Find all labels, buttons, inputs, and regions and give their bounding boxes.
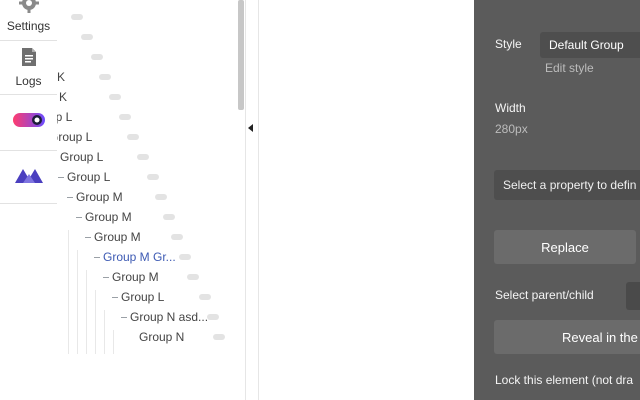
visibility-toggle[interactable] [119, 114, 131, 120]
tree-item[interactable]: Group M [85, 227, 141, 247]
visibility-toggle[interactable] [109, 94, 121, 100]
brand-logo-icon [14, 165, 44, 190]
parent-child-dropdown[interactable] [626, 282, 640, 310]
visibility-toggle[interactable] [147, 174, 159, 180]
width-label: Width [495, 101, 526, 115]
tree-item-label: Group M [94, 230, 141, 244]
tree-guide [77, 250, 78, 354]
visibility-toggle[interactable] [199, 294, 211, 300]
tree-item[interactable]: Group M [67, 187, 123, 207]
visibility-toggle[interactable] [171, 234, 183, 240]
rail-logs[interactable]: Logs [0, 41, 57, 95]
visibility-toggle[interactable] [99, 74, 111, 80]
tree-item[interactable]: up L [57, 107, 72, 127]
tree-item-label: Group M [76, 190, 123, 204]
parent-child-label: Select parent/child [495, 288, 594, 302]
document-icon [21, 47, 37, 72]
reveal-button-label: Reveal in the [562, 329, 638, 345]
rail-settings-label: Settings [6, 19, 51, 33]
tree-item-label: Group L [57, 130, 93, 144]
tree-item-label: Group L [67, 170, 111, 184]
tree-item[interactable]: Group M [76, 207, 132, 227]
visibility-toggle[interactable] [71, 14, 83, 20]
rail-logs-label: Logs [15, 74, 42, 88]
tree-item-label: K [57, 70, 66, 84]
tree-item-label: Group M [85, 210, 132, 224]
tree-item-label: Group M [112, 270, 159, 284]
edit-style-link[interactable]: Edit style [545, 61, 594, 75]
tree-item-selected[interactable]: Group M Gr... [94, 247, 176, 267]
toggle-plugin-icon [12, 110, 46, 135]
tree-item-label: Group N [139, 330, 185, 344]
rail-settings[interactable]: Settings [0, 0, 57, 41]
property-dropdown-placeholder: Select a property to defin [503, 178, 637, 192]
tree-item[interactable]: p K [57, 87, 67, 107]
visibility-toggle[interactable] [127, 134, 139, 140]
tree-item[interactable]: Group N asd... [121, 307, 208, 327]
replace-button[interactable]: Replace [494, 230, 636, 264]
element-tree: K p K up L Group L Group L Group L Group… [57, 0, 245, 400]
tree-item[interactable]: Group M [103, 267, 159, 287]
tree-guide [113, 330, 114, 354]
reveal-button[interactable]: Reveal in the [494, 320, 640, 354]
property-dropdown[interactable]: Select a property to defin [494, 170, 640, 200]
tree-guide [95, 290, 96, 354]
visibility-toggle[interactable] [207, 314, 219, 320]
tree-item-label: Group N asd... [130, 310, 209, 324]
rail-plugin[interactable] [0, 95, 57, 151]
tree-guide [86, 270, 87, 354]
tree-item[interactable]: Group L [112, 287, 164, 307]
tree-item-label: p K [57, 90, 68, 104]
visibility-toggle[interactable] [187, 274, 199, 280]
property-editor: Style Default Group Edit style Width 280… [474, 0, 640, 400]
style-dropdown[interactable]: Default Group [540, 32, 640, 58]
visibility-toggle[interactable] [81, 34, 93, 40]
style-value: Default Group [549, 38, 624, 52]
tree-item[interactable]: Group L [57, 147, 103, 167]
tree-guide [68, 230, 69, 354]
visibility-toggle[interactable] [163, 214, 175, 220]
lock-element-label: Lock this element (not dra [495, 373, 634, 387]
visibility-toggle[interactable] [155, 194, 167, 200]
collapse-left-icon[interactable] [248, 124, 253, 132]
tree-item-label: Group L [60, 150, 104, 164]
gear-icon [18, 0, 40, 19]
tree-item[interactable]: K [57, 67, 65, 87]
tree-item[interactable]: Group L [58, 167, 110, 187]
tree-item-label: Group M Gr... [103, 250, 176, 264]
tree-item[interactable]: Group N [139, 327, 184, 347]
replace-button-label: Replace [541, 239, 589, 255]
tree-scrollbar[interactable] [238, 0, 244, 110]
left-rail: Settings Logs [0, 0, 58, 400]
visibility-toggle[interactable] [179, 254, 191, 260]
visibility-toggle[interactable] [213, 334, 225, 340]
tree-guide [104, 310, 105, 354]
rail-brand[interactable] [0, 151, 57, 204]
width-value: 280px [495, 122, 528, 136]
style-label: Style [495, 37, 522, 51]
tree-item-label: Group L [121, 290, 165, 304]
panel-divider [245, 0, 246, 400]
tree-item[interactable]: Group L [57, 127, 92, 147]
editor-canvas[interactable] [259, 0, 474, 400]
tree-item-label: up L [57, 110, 73, 124]
visibility-toggle[interactable] [137, 154, 149, 160]
visibility-toggle[interactable] [91, 54, 103, 60]
